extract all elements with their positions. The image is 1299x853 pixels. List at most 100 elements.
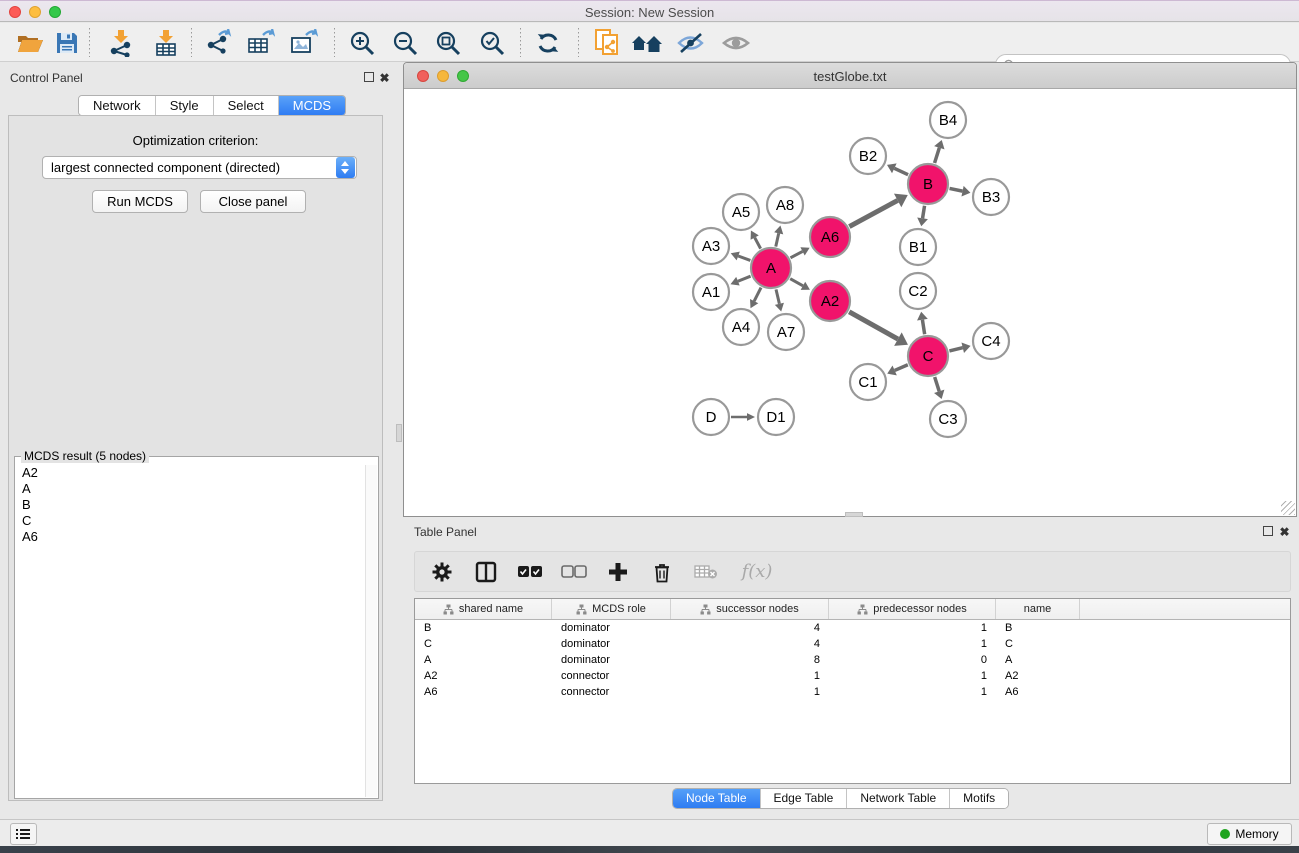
gear-button[interactable] (427, 557, 457, 587)
table-cell[interactable]: B (996, 622, 1080, 634)
control-panel-close-icon[interactable]: ✖ (378, 72, 391, 85)
edge-C-C1[interactable] (895, 365, 908, 371)
zoom-in-button[interactable] (343, 26, 381, 59)
edge-A-A4[interactable] (754, 288, 761, 302)
edge-A-A1[interactable] (738, 276, 751, 281)
table-cell[interactable]: A2 (415, 670, 552, 682)
table-cell[interactable]: B (415, 622, 552, 634)
tab-style[interactable]: Style (156, 96, 214, 115)
table-cell[interactable]: C (996, 638, 1080, 650)
table-cell[interactable]: dominator (552, 654, 671, 666)
edge-A-A8[interactable] (776, 233, 779, 246)
criterion-dropdown[interactable]: largest connected component (directed) (42, 156, 357, 179)
resize-grip[interactable] (1281, 501, 1295, 515)
mcds-result-scrollbar[interactable] (365, 465, 377, 797)
tab-motifs[interactable]: Motifs (950, 789, 1008, 808)
list-item[interactable]: C (16, 513, 366, 529)
vertical-splitter-grip[interactable] (396, 424, 402, 442)
table-cell[interactable]: 1 (671, 670, 829, 682)
table-cell[interactable]: A (996, 654, 1080, 666)
table-cell[interactable]: 8 (671, 654, 829, 666)
open-session-button[interactable] (11, 26, 49, 59)
list-item[interactable]: A2 (16, 465, 366, 481)
table-cell[interactable]: A6 (996, 686, 1080, 698)
edge-A-A7[interactable] (776, 289, 779, 303)
control-panel-float-icon[interactable] (362, 72, 375, 85)
table-panel-close-icon[interactable]: ✖ (1278, 526, 1291, 539)
table-cell[interactable]: connector (552, 670, 671, 682)
node-table[interactable]: shared nameMCDS rolesuccessor nodesprede… (414, 598, 1291, 784)
edge-A6-B[interactable] (849, 200, 897, 226)
edge-B-B3[interactable] (950, 188, 963, 191)
new-network-from-selection-button[interactable] (588, 26, 626, 59)
function-builder-button[interactable]: f(x) (735, 557, 779, 587)
column-header-successor-nodes[interactable]: successor nodes (671, 599, 829, 619)
table-cell[interactable]: dominator (552, 638, 671, 650)
zoom-selected-button[interactable] (473, 26, 511, 59)
table-cell[interactable]: connector (552, 686, 671, 698)
edge-A2-C[interactable] (849, 312, 898, 339)
run-mcds-button[interactable]: Run MCDS (92, 190, 188, 213)
add-column-button[interactable] (603, 557, 633, 587)
table-row[interactable]: Bdominator41B (415, 620, 1290, 636)
deselect-all-button[interactable] (559, 557, 589, 587)
edge-B-B1[interactable] (923, 206, 925, 219)
tab-mcds[interactable]: MCDS (279, 96, 345, 115)
tab-network[interactable]: Network (79, 96, 156, 115)
list-item[interactable]: B (16, 497, 366, 513)
table-cell[interactable]: 4 (671, 638, 829, 650)
hide-details-button[interactable] (672, 26, 710, 59)
memory-button[interactable]: Memory (1207, 823, 1292, 845)
import-table-button[interactable] (147, 26, 185, 59)
refresh-layout-button[interactable] (529, 26, 567, 59)
table-row[interactable]: A2connector11A2 (415, 668, 1290, 684)
column-header-shared-name[interactable]: shared name (415, 599, 552, 619)
close-panel-button[interactable]: Close panel (200, 190, 306, 213)
table-cell[interactable]: 1 (671, 686, 829, 698)
tab-select[interactable]: Select (214, 96, 279, 115)
edge-B-B2[interactable] (894, 168, 908, 174)
delete-table-button[interactable] (691, 557, 721, 587)
task-history-button[interactable] (10, 823, 37, 845)
overview-eye-button[interactable] (717, 26, 755, 59)
home-button[interactable] (628, 26, 666, 59)
table-cell[interactable]: A6 (415, 686, 552, 698)
tab-node-table[interactable]: Node Table (673, 789, 761, 808)
table-row[interactable]: Adominator80A (415, 652, 1290, 668)
export-image-button[interactable] (285, 26, 323, 59)
table-row[interactable]: Cdominator41C (415, 636, 1290, 652)
list-item[interactable]: A6 (16, 529, 366, 545)
table-cell[interactable]: 0 (829, 654, 996, 666)
column-header-MCDS-role[interactable]: MCDS role (552, 599, 671, 619)
table-cell[interactable]: 1 (829, 686, 996, 698)
edge-A-A2[interactable] (790, 279, 803, 286)
select-all-button[interactable] (515, 557, 545, 587)
columns-button[interactable] (471, 557, 501, 587)
network-window-titlebar[interactable]: testGlobe.txt (404, 63, 1296, 89)
horizontal-splitter-grip[interactable] (845, 512, 863, 517)
edge-B-B4[interactable] (935, 148, 940, 163)
table-cell[interactable]: C (415, 638, 552, 650)
table-cell[interactable]: 1 (829, 622, 996, 634)
edge-A-A6[interactable] (790, 251, 802, 257)
table-cell[interactable]: 1 (829, 638, 996, 650)
table-cell[interactable]: A (415, 654, 552, 666)
network-graph[interactable]: AA1A2A3A4A5A6A7A8BB1B2B3B4CC1C2C3C4DD1 (404, 89, 1296, 516)
column-header-name[interactable]: name (996, 599, 1080, 619)
edge-C-C2[interactable] (922, 320, 924, 335)
table-cell[interactable]: dominator (552, 622, 671, 634)
export-network-button[interactable] (200, 26, 238, 59)
tab-edge-table[interactable]: Edge Table (761, 789, 848, 808)
edge-C-C4[interactable] (949, 348, 962, 351)
save-session-button[interactable] (48, 26, 86, 59)
import-network-button[interactable] (102, 26, 140, 59)
zoom-out-button[interactable] (386, 26, 424, 59)
zoom-fit-button[interactable] (429, 26, 467, 59)
table-cell[interactable]: 4 (671, 622, 829, 634)
delete-column-button[interactable] (647, 557, 677, 587)
list-item[interactable]: A (16, 481, 366, 497)
table-panel-float-icon[interactable] (1261, 526, 1274, 539)
edge-A-A3[interactable] (738, 256, 750, 260)
tab-network-table[interactable]: Network Table (847, 789, 950, 808)
edge-C-C3[interactable] (935, 377, 940, 391)
